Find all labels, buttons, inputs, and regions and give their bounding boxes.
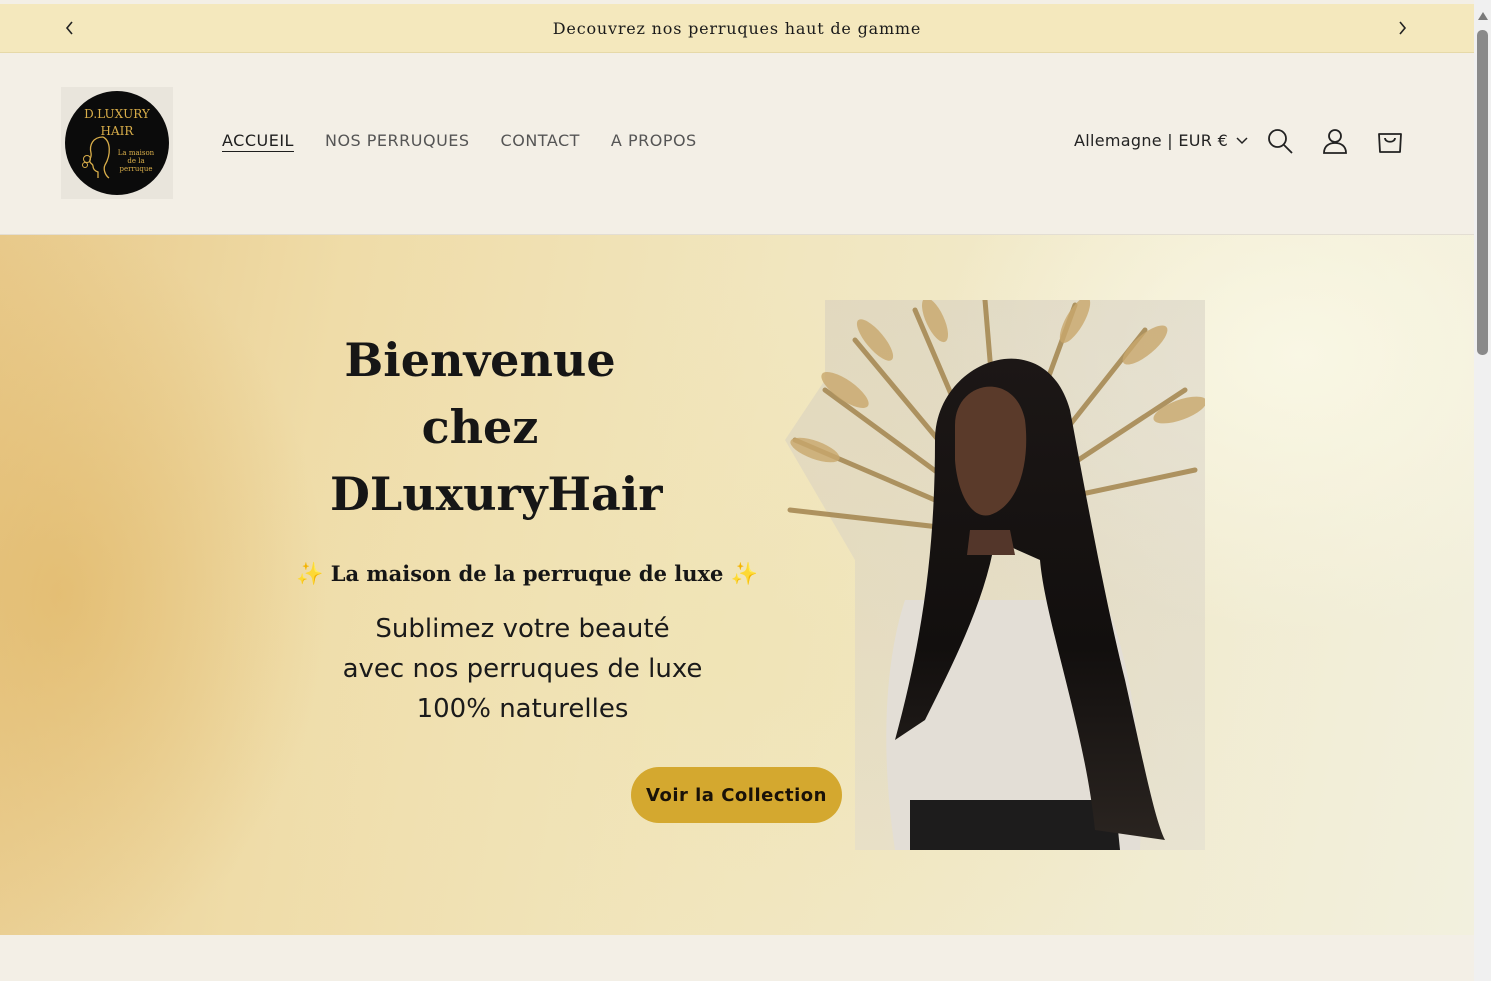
- announcement-prev-button[interactable]: [58, 16, 82, 40]
- cart-button[interactable]: [1376, 127, 1404, 155]
- page: Decouvrez nos perruques haut de gamme D.…: [0, 0, 1474, 981]
- chevron-right-icon: [1399, 21, 1407, 35]
- next-section: [0, 935, 1474, 981]
- nav-item-contact[interactable]: CONTACT: [501, 131, 580, 152]
- country-currency-selector[interactable]: Allemagne | EUR €: [1074, 131, 1248, 150]
- locale-label: Allemagne | EUR €: [1074, 131, 1229, 150]
- hero-model-image: [785, 300, 1205, 850]
- sparkle-icon: ✨: [730, 561, 759, 587]
- hero-description-line: 100% naturelles: [416, 694, 629, 724]
- hero-title-line: chez: [421, 400, 539, 454]
- announcement-text: Decouvrez nos perruques haut de gamme: [552, 18, 922, 38]
- hero-title: Bienvenue chez DLuxuryHair: [330, 327, 663, 528]
- hero-description-line: Sublimez votre beauté: [375, 614, 670, 644]
- scrollbar[interactable]: [1474, 0, 1491, 981]
- announcement-bar: Decouvrez nos perruques haut de gamme: [0, 4, 1474, 53]
- announcement-next-button[interactable]: [1390, 16, 1414, 40]
- hero-description: Sublimez votre beauté avec nos perruques…: [320, 609, 725, 729]
- account-icon: [1323, 129, 1347, 154]
- site-logo[interactable]: D.LUXURY HAIR La maison de la perruque: [61, 87, 173, 199]
- hero-title-line: DLuxuryHair: [330, 467, 663, 521]
- logo-badge: D.LUXURY HAIR La maison de la perruque: [65, 91, 169, 195]
- search-icon: [1268, 129, 1293, 154]
- woman-profile-icon: [82, 136, 110, 179]
- hero-description-line: avec nos perruques de luxe: [342, 654, 703, 684]
- main-nav: ACCUEIL NOS PERRUQUES CONTACT A PROPOS: [222, 131, 697, 152]
- scroll-up-arrow-icon[interactable]: [1478, 12, 1488, 20]
- scrollbar-thumb[interactable]: [1477, 30, 1488, 355]
- logo-subtitle: La maison de la perruque: [117, 149, 155, 173]
- hero-tagline-text: La maison de la perruque de luxe: [330, 561, 724, 586]
- chevron-left-icon: [65, 21, 73, 35]
- hero-banner: Bienvenue chez DLuxuryHair ✨ La maison d…: [0, 235, 1474, 935]
- logo-line1: D.LUXURY: [84, 107, 150, 121]
- nav-item-accueil[interactable]: ACCUEIL: [222, 131, 294, 152]
- hero-title-line: Bienvenue: [344, 333, 616, 387]
- hero-tagline: ✨ La maison de la perruque de luxe ✨: [296, 561, 758, 587]
- site-header: D.LUXURY HAIR La maison de la perruque A…: [0, 53, 1474, 235]
- nav-item-a-propos[interactable]: A PROPOS: [611, 131, 697, 152]
- chevron-down-icon: [1236, 136, 1248, 144]
- cart-icon: [1378, 133, 1402, 153]
- sparkle-icon: ✨: [296, 561, 324, 587]
- search-button[interactable]: [1266, 127, 1294, 155]
- account-button[interactable]: [1321, 127, 1349, 155]
- nav-item-nos-perruques[interactable]: NOS PERRUQUES: [325, 131, 470, 152]
